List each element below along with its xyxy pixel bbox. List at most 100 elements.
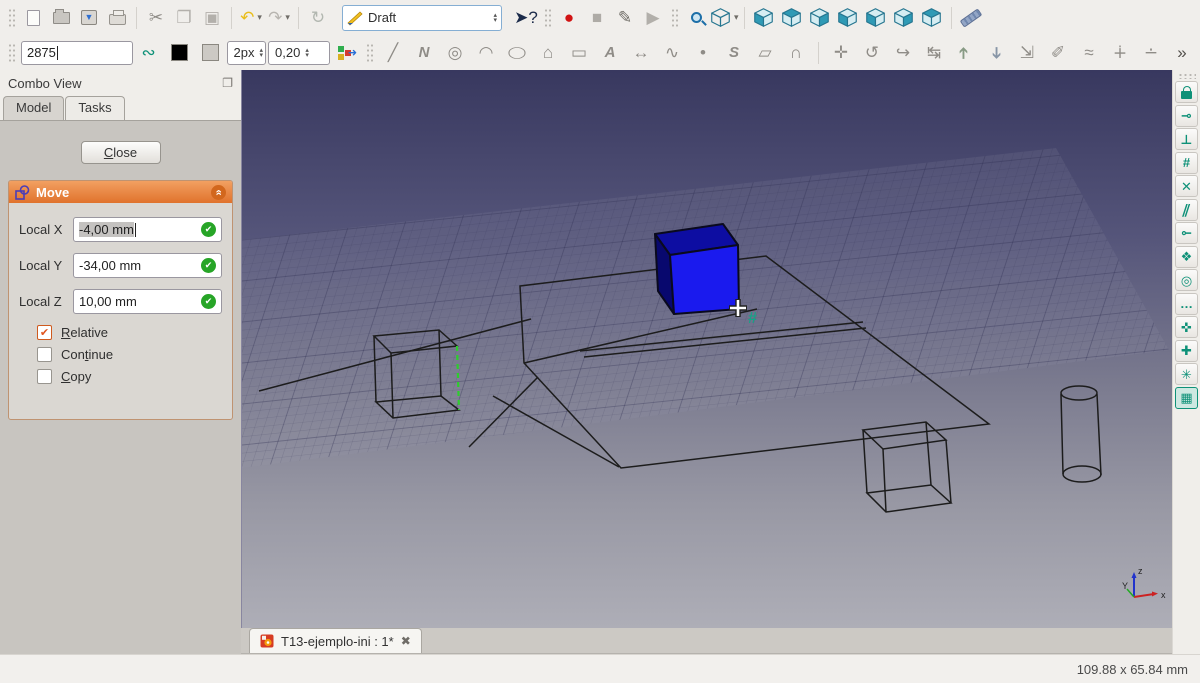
print-document-button[interactable] bbox=[103, 4, 131, 32]
new-document-button[interactable] bbox=[19, 4, 47, 32]
snap-center-button[interactable]: ◎ bbox=[1175, 269, 1198, 291]
redo-dropdown-icon[interactable]: ▾ bbox=[285, 12, 290, 23]
macro-edit-button[interactable]: ✎ bbox=[611, 4, 639, 32]
macro-play-button[interactable]: ▶ bbox=[639, 4, 667, 32]
draft-move-tool[interactable]: ✛ bbox=[827, 39, 855, 67]
view-isometric-button[interactable] bbox=[918, 4, 946, 32]
view-top-button[interactable] bbox=[778, 4, 806, 32]
continue-checkbox[interactable]: ✔ bbox=[37, 347, 52, 362]
move-task-header[interactable]: Move « bbox=[9, 181, 232, 203]
draft-command-input[interactable]: 2875 bbox=[20, 40, 133, 65]
line-width-spinner[interactable]: 2px ▴ ▾ bbox=[226, 40, 267, 65]
draft-scale-tool[interactable]: ⇲ bbox=[1013, 39, 1041, 67]
snap-parallel-button[interactable]: ∥ bbox=[1175, 198, 1198, 221]
view-front-button[interactable] bbox=[750, 4, 778, 32]
draft-shapestring-tool[interactable]: S bbox=[720, 39, 748, 67]
draft-rectangle-tool[interactable]: ▭ bbox=[565, 39, 593, 67]
draft-rotate-tool[interactable]: ↺ bbox=[858, 39, 886, 67]
view-bottom-button[interactable] bbox=[862, 4, 890, 32]
draft-edit-tool[interactable]: ✐ bbox=[1044, 39, 1072, 67]
toolbar-handle[interactable] bbox=[544, 7, 551, 28]
spinner-arrows-icon[interactable]: ▴ ▾ bbox=[260, 47, 264, 59]
snap-grid-button[interactable]: # bbox=[1175, 151, 1198, 174]
toolbar-handle[interactable] bbox=[671, 7, 678, 28]
draft-circle-tool[interactable]: ◎ bbox=[441, 39, 469, 67]
toolbar-overflow-button[interactable]: » bbox=[1168, 39, 1196, 67]
copy-checkbox[interactable]: ✔ bbox=[37, 369, 52, 384]
whats-this-button[interactable]: ➤? bbox=[512, 4, 540, 32]
snap-lock-button[interactable] bbox=[1175, 81, 1198, 103]
cut-button[interactable]: ✂ bbox=[142, 4, 170, 32]
draft-remove-point-tool[interactable]: ∸ bbox=[1137, 39, 1165, 67]
draft-facebinder-tool[interactable]: ▱ bbox=[751, 39, 779, 67]
redo-button[interactable]: ↷ ▾ bbox=[265, 4, 293, 32]
toolbar-handle[interactable] bbox=[366, 42, 373, 63]
tab-model[interactable]: Model bbox=[3, 96, 65, 120]
view-left-button[interactable] bbox=[890, 4, 918, 32]
macro-record-button[interactable]: ● bbox=[555, 4, 583, 32]
construction-mode-button[interactable]: ∾ bbox=[135, 39, 163, 67]
draft-dimension-tool[interactable]: ↔ bbox=[627, 39, 655, 67]
line-color-swatch[interactable] bbox=[166, 39, 194, 67]
draft-downgrade-tool[interactable]: ➔ bbox=[982, 39, 1010, 67]
draft-bspline-tool[interactable]: ∿ bbox=[658, 39, 686, 67]
relative-checkbox[interactable]: ✔ bbox=[37, 325, 52, 340]
draft-wire-tool[interactable]: N bbox=[410, 39, 438, 67]
snap-endpoint-button[interactable]: ⊸ bbox=[1175, 222, 1198, 244]
undo-dropdown-icon[interactable]: ▾ bbox=[257, 12, 262, 23]
workbench-selector[interactable]: Draft ▴ ▾ bbox=[342, 4, 502, 31]
draft-point-tool[interactable]: • bbox=[689, 39, 717, 67]
local-y-input[interactable]: -34,00 mm ✔ bbox=[73, 253, 222, 278]
snap-intersection-button[interactable]: ✕ bbox=[1175, 175, 1198, 197]
view-axonometric-button[interactable]: ▾ bbox=[710, 4, 739, 32]
face-color-swatch[interactable] bbox=[197, 39, 225, 67]
apply-style-button[interactable] bbox=[332, 39, 360, 67]
local-x-input[interactable]: -4,00 mm ✔ bbox=[73, 217, 222, 242]
local-z-input[interactable]: 10,00 mm ✔ bbox=[73, 289, 222, 314]
tab-close-icon[interactable]: ✖ bbox=[401, 634, 411, 648]
draft-trimex-tool[interactable]: ↹ bbox=[920, 39, 948, 67]
undo-button[interactable]: ↶ ▾ bbox=[237, 4, 265, 32]
tab-tasks[interactable]: Tasks bbox=[65, 96, 125, 120]
snap-perpendicular-button[interactable]: ⊥ bbox=[1175, 128, 1198, 150]
float-panel-icon[interactable]: ❐ bbox=[222, 76, 233, 90]
view-axonometric-dropdown-icon[interactable]: ▾ bbox=[734, 12, 739, 23]
draft-polygon-tool[interactable]: ⌂ bbox=[534, 39, 562, 67]
open-document-button[interactable] bbox=[47, 4, 75, 32]
document-tab[interactable]: T13-ejemplo-ini : 1* ✖ bbox=[249, 628, 422, 653]
toggle-grid-button[interactable]: ▦ bbox=[1175, 386, 1198, 409]
viewport-3d[interactable]: # z x Y bbox=[241, 70, 1173, 628]
measure-distance-button[interactable] bbox=[957, 4, 985, 32]
snap-midpoint-button[interactable]: ⊸ bbox=[1175, 104, 1198, 127]
save-document-button[interactable] bbox=[75, 4, 103, 32]
toolbar-handle[interactable] bbox=[8, 42, 15, 63]
refresh-button[interactable]: ↻ bbox=[304, 4, 332, 32]
paste-button[interactable]: ▣ bbox=[198, 4, 226, 32]
draft-add-point-tool[interactable]: ∔ bbox=[1106, 39, 1134, 67]
macro-stop-button[interactable]: ■ bbox=[583, 4, 611, 32]
draft-upgrade-tool[interactable]: ➔ bbox=[951, 39, 979, 67]
close-task-button[interactable]: Close bbox=[80, 141, 161, 164]
text-scale-spinner[interactable]: 0,20 ▴ ▾ bbox=[268, 40, 331, 65]
blue-cube[interactable] bbox=[654, 223, 740, 315]
view-rear-button[interactable] bbox=[834, 4, 862, 32]
toolbar-handle[interactable] bbox=[8, 7, 15, 28]
draft-bezier-tool[interactable]: ∩ bbox=[782, 39, 810, 67]
snap-ortho-button[interactable]: ✚ bbox=[1175, 339, 1198, 362]
toolbar-handle[interactable] bbox=[1177, 73, 1196, 79]
snap-angle-button[interactable]: ❖ bbox=[1175, 245, 1198, 268]
view-fit-all-button[interactable] bbox=[682, 4, 710, 32]
view-right-button[interactable] bbox=[806, 4, 834, 32]
draft-wire-to-bspline-tool[interactable]: ≈ bbox=[1075, 39, 1103, 67]
copy-button[interactable]: ❐ bbox=[170, 4, 198, 32]
draft-arc-tool[interactable]: ◠ bbox=[472, 39, 500, 67]
draft-line-tool[interactable]: ╱ bbox=[379, 39, 407, 67]
snap-near-button[interactable]: ✜ bbox=[1175, 316, 1198, 338]
snap-special-button[interactable]: ✳ bbox=[1175, 363, 1198, 385]
spinner-arrows-icon[interactable]: ▴ ▾ bbox=[305, 47, 309, 59]
draft-text-tool[interactable]: A bbox=[596, 39, 624, 67]
collapse-section-icon[interactable]: « bbox=[211, 184, 226, 200]
draft-ellipse-tool[interactable]: ◯ bbox=[503, 39, 531, 67]
draft-offset-tool[interactable]: ↪ bbox=[889, 39, 917, 67]
snap-extension-button[interactable]: … bbox=[1175, 292, 1198, 315]
